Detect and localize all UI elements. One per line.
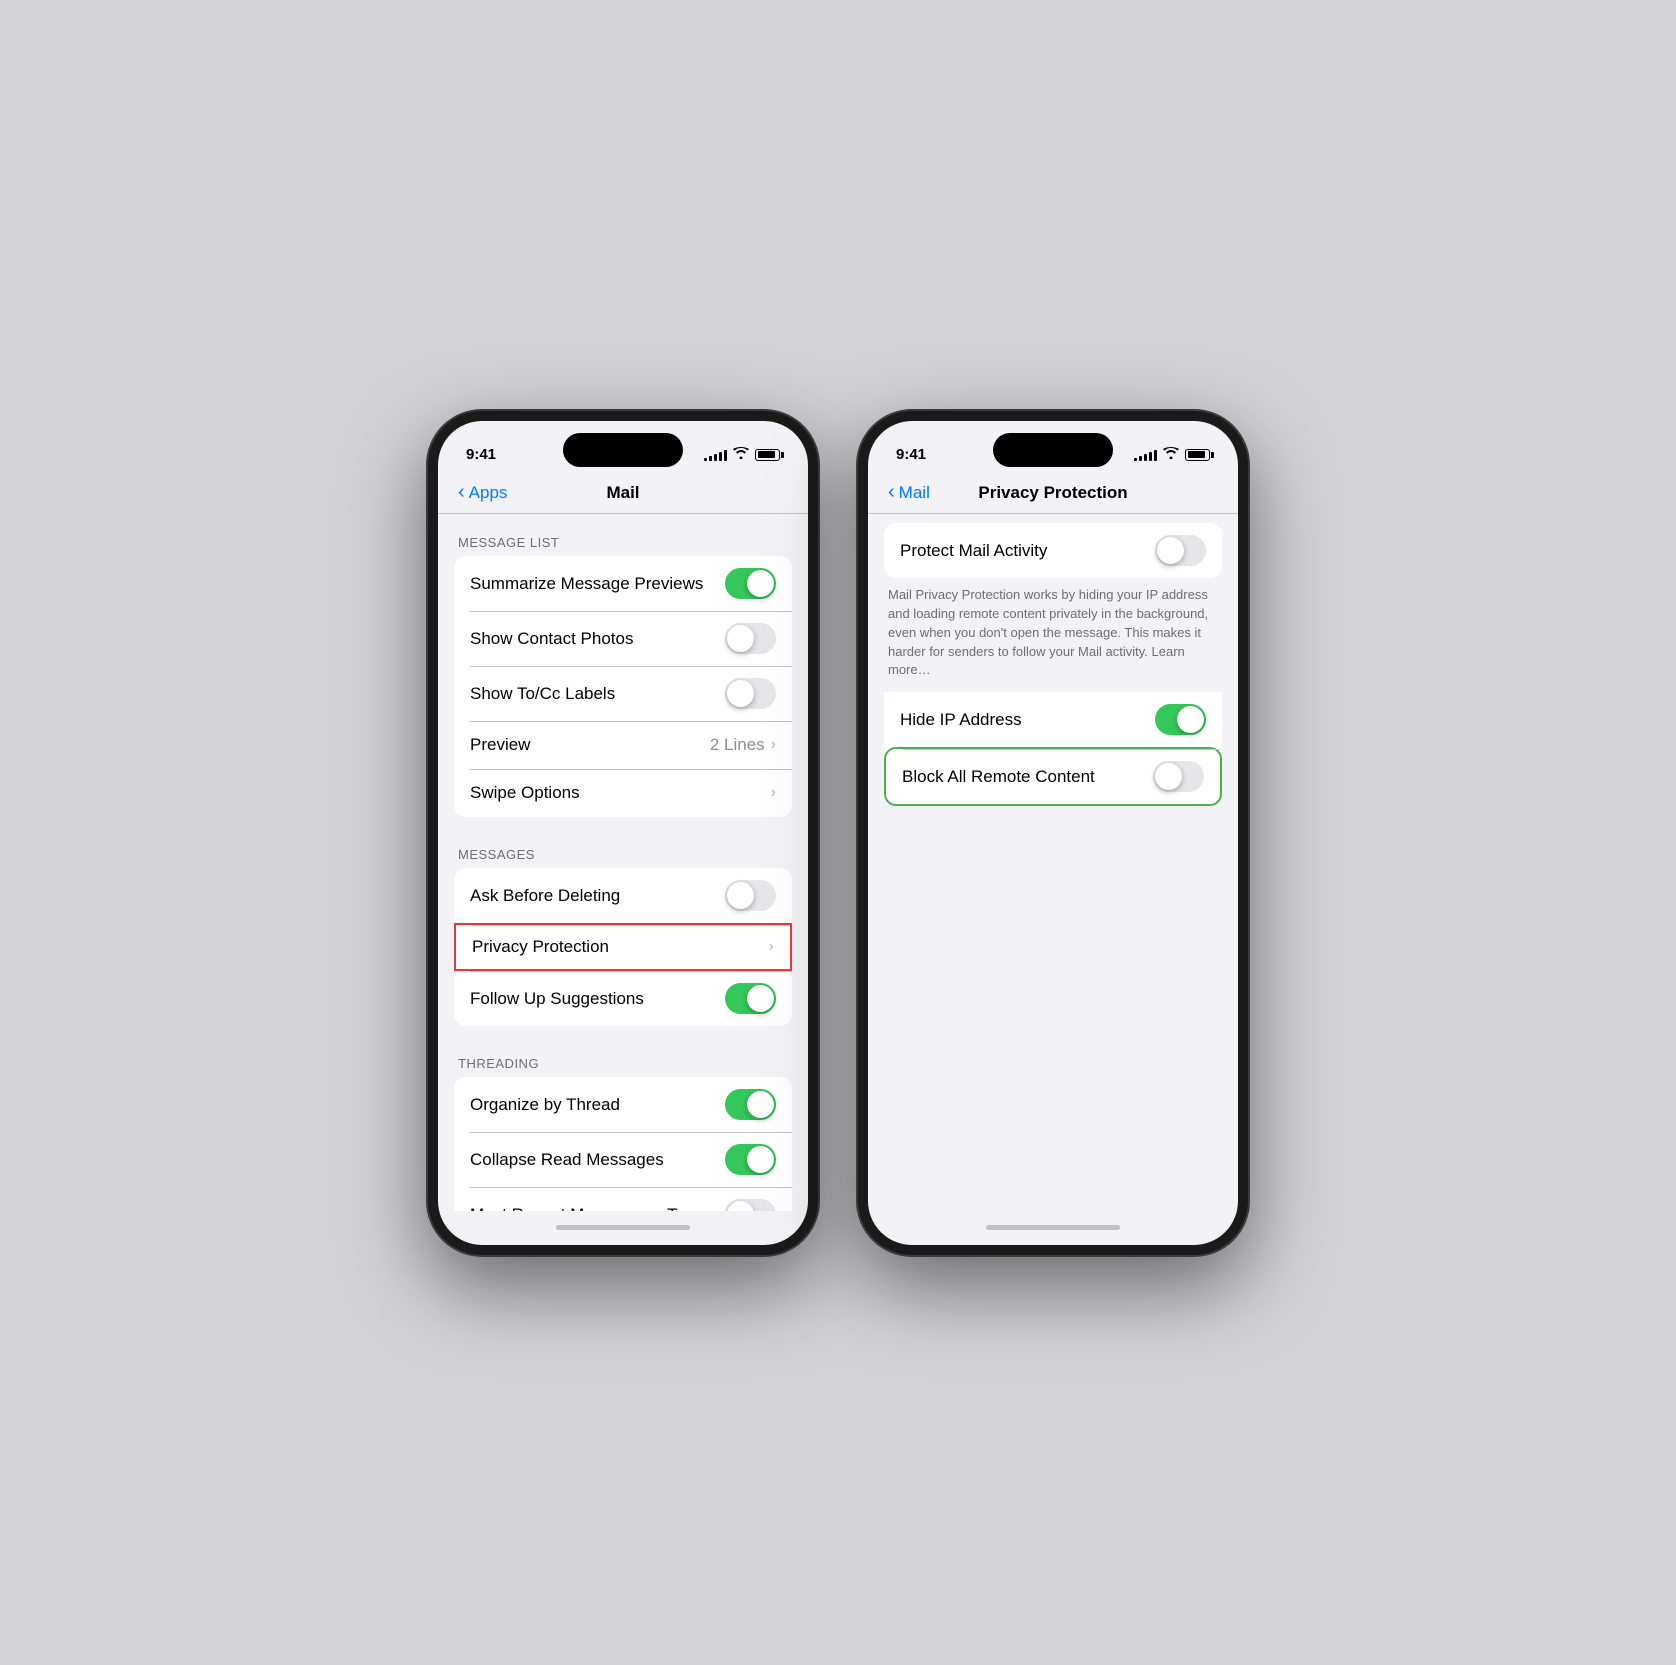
- row-label-block-remote: Block All Remote Content: [902, 767, 1153, 787]
- row-collapse-read[interactable]: Collapse Read Messages: [454, 1132, 792, 1187]
- row-label-follow-up: Follow Up Suggestions: [470, 989, 725, 1009]
- toggle-summarize[interactable]: [725, 568, 776, 599]
- home-indicator-1: [438, 1211, 808, 1245]
- nav-bar-2: ‹ Mail Privacy Protection: [868, 475, 1238, 513]
- row-preview[interactable]: Preview 2 Lines ›: [454, 721, 792, 769]
- toggle-block-remote[interactable]: [1153, 761, 1204, 792]
- back-chevron-1: ‹: [458, 482, 465, 502]
- toggle-follow-up[interactable]: [725, 983, 776, 1014]
- row-ask-delete[interactable]: Ask Before Deleting: [454, 868, 792, 923]
- row-label-most-recent: Most Recent Message on Top: [470, 1205, 725, 1211]
- status-icons-2: [1134, 447, 1210, 462]
- settings-group-messages: Ask Before Deleting Privacy Protection ›…: [454, 868, 792, 1026]
- row-label-contact-photos: Show Contact Photos: [470, 629, 725, 649]
- toggle-contact-photos[interactable]: [725, 623, 776, 654]
- wifi-icon-2: [1163, 447, 1179, 462]
- signal-icon-1: [704, 449, 727, 461]
- toggle-ask-delete[interactable]: [725, 880, 776, 911]
- nav-bar-1: ‹ Apps Mail: [438, 475, 808, 513]
- preview-detail: 2 Lines: [710, 735, 765, 755]
- row-hide-ip[interactable]: Hide IP Address: [884, 692, 1222, 747]
- status-time-1: 9:41: [466, 446, 496, 463]
- swipe-chevron: ›: [771, 784, 776, 802]
- phone-1: 9:41 ‹ Apps: [428, 411, 818, 1255]
- toggle-most-recent[interactable]: [725, 1199, 776, 1211]
- back-chevron-2: ‹: [888, 482, 895, 502]
- protect-mail-description: Mail Privacy Protection works by hiding …: [868, 578, 1238, 692]
- back-button-2[interactable]: ‹ Mail: [888, 483, 930, 503]
- row-label-collapse-read: Collapse Read Messages: [470, 1150, 725, 1170]
- toggle-protect-mail[interactable]: [1155, 535, 1206, 566]
- row-label-organize-thread: Organize by Thread: [470, 1095, 725, 1115]
- row-label-tocc-labels: Show To/Cc Labels: [470, 684, 725, 704]
- settings-group-threading: Organize by Thread Collapse Read Message…: [454, 1077, 792, 1211]
- home-indicator-2: [868, 1211, 1238, 1245]
- section-header-messages: MESSAGES: [438, 825, 808, 868]
- nav-title-2: Privacy Protection: [978, 483, 1127, 503]
- status-icons-1: [704, 447, 780, 462]
- back-label-1: Apps: [469, 483, 508, 503]
- settings-group-message-list: Summarize Message Previews Show Contact …: [454, 556, 792, 817]
- back-button-1[interactable]: ‹ Apps: [458, 483, 507, 503]
- row-organize-thread[interactable]: Organize by Thread: [454, 1077, 792, 1132]
- toggle-hide-ip[interactable]: [1155, 704, 1206, 735]
- status-time-2: 9:41: [896, 446, 926, 463]
- toggle-organize-thread[interactable]: [725, 1089, 776, 1120]
- dynamic-island-1: [563, 433, 683, 467]
- row-right-preview: 2 Lines ›: [710, 735, 776, 755]
- row-most-recent[interactable]: Most Recent Message on Top: [454, 1187, 792, 1211]
- row-block-remote[interactable]: Block All Remote Content: [884, 747, 1222, 806]
- row-protect-mail[interactable]: Protect Mail Activity: [884, 523, 1222, 578]
- row-follow-up[interactable]: Follow Up Suggestions: [454, 971, 792, 1026]
- row-label-ask-delete: Ask Before Deleting: [470, 886, 725, 906]
- privacy-protection-chevron: ›: [769, 938, 774, 956]
- privacy-options-group: Hide IP Address Block All Remote Content: [884, 692, 1222, 806]
- protect-mail-group: Protect Mail Activity: [884, 523, 1222, 578]
- signal-icon-2: [1134, 449, 1157, 461]
- row-summarize[interactable]: Summarize Message Previews: [454, 556, 792, 611]
- row-label-protect-mail: Protect Mail Activity: [900, 541, 1155, 561]
- row-label-hide-ip: Hide IP Address: [900, 710, 1155, 730]
- row-tocc-labels[interactable]: Show To/Cc Labels: [454, 666, 792, 721]
- content-2: Protect Mail Activity Mail Privacy Prote…: [868, 513, 1238, 1211]
- battery-icon-2: [1185, 449, 1210, 461]
- preview-chevron: ›: [771, 736, 776, 754]
- row-label-privacy-protection: Privacy Protection: [472, 937, 769, 957]
- content-1: MESSAGE LIST Summarize Message Previews …: [438, 513, 808, 1211]
- row-label-summarize: Summarize Message Previews: [470, 574, 725, 594]
- battery-icon-1: [755, 449, 780, 461]
- nav-title-1: Mail: [606, 483, 639, 503]
- toggle-collapse-read[interactable]: [725, 1144, 776, 1175]
- row-contact-photos[interactable]: Show Contact Photos: [454, 611, 792, 666]
- phone-2: 9:41 ‹ Mail: [858, 411, 1248, 1255]
- row-label-swipe-options: Swipe Options: [470, 783, 771, 803]
- dynamic-island-2: [993, 433, 1113, 467]
- toggle-tocc-labels[interactable]: [725, 678, 776, 709]
- section-header-message-list: MESSAGE LIST: [438, 513, 808, 556]
- row-privacy-protection[interactable]: Privacy Protection ›: [454, 923, 792, 971]
- row-swipe-options[interactable]: Swipe Options ›: [454, 769, 792, 817]
- wifi-icon-1: [733, 447, 749, 462]
- back-label-2: Mail: [899, 483, 930, 503]
- row-label-preview: Preview: [470, 735, 710, 755]
- section-header-threading: THREADING: [438, 1034, 808, 1077]
